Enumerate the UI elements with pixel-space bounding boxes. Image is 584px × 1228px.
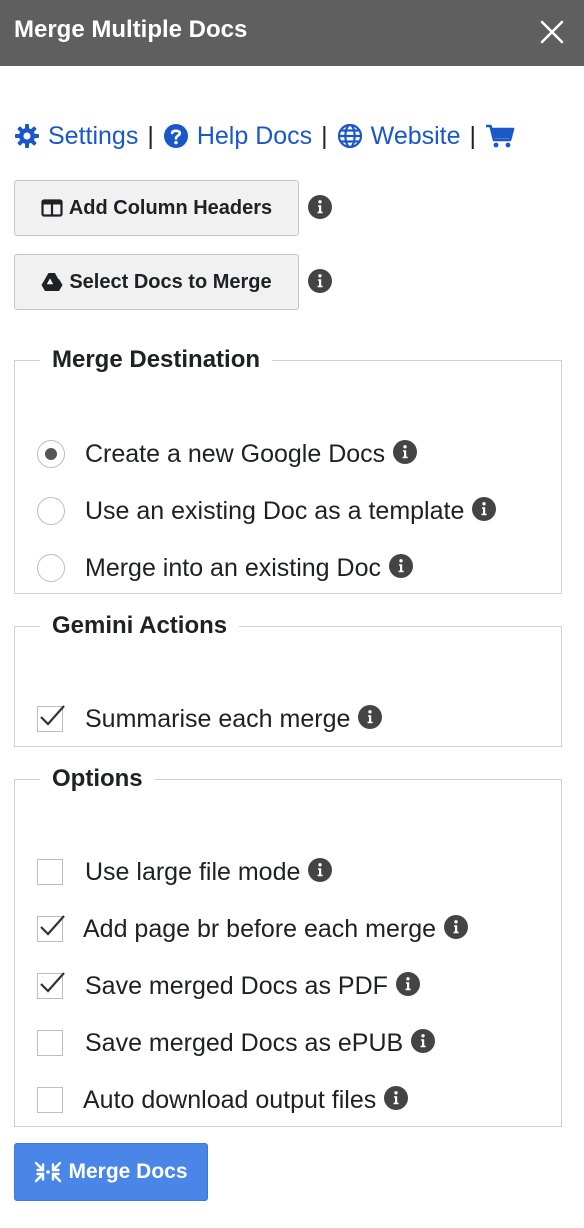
compress-arrows-icon	[35, 1161, 62, 1183]
radio-label: Use an existing Doc as a template	[85, 496, 465, 525]
checkbox-checked[interactable]	[37, 972, 65, 999]
checkbox-large-file-mode[interactable]: Use large file mode	[37, 854, 333, 890]
checkbox[interactable]	[37, 859, 63, 885]
checkbox[interactable]	[37, 1030, 63, 1056]
radio-label: Merge into an existing Doc	[85, 553, 381, 582]
cart-icon	[486, 124, 515, 148]
radio-create-new-doc[interactable]: Create a new Google Docs	[37, 436, 418, 472]
link-separator: |	[147, 121, 154, 150]
gemini-actions-group: Gemini Actions Summarise each merge	[14, 612, 562, 747]
close-icon[interactable]	[538, 18, 566, 46]
checkbox-page-break[interactable]: Add page br before each merge	[37, 911, 469, 947]
radio-button[interactable]	[37, 554, 65, 582]
merge-destination-legend: Merge Destination	[52, 346, 261, 373]
radio-use-template[interactable]: Use an existing Doc as a template	[37, 493, 497, 529]
info-icon[interactable]	[388, 554, 413, 578]
globe-icon	[337, 123, 362, 149]
radio-button-selected[interactable]	[37, 440, 65, 468]
info-icon[interactable]	[472, 497, 497, 521]
settings-label: Settings	[48, 121, 139, 150]
link-separator: |	[321, 121, 328, 150]
info-icon[interactable]	[358, 705, 383, 729]
links-row: Settings | Help Docs | Website |	[14, 120, 523, 152]
gear-icon	[15, 124, 39, 148]
dialog-title: Merge Multiple Docs	[14, 16, 248, 43]
checkbox-checked[interactable]	[37, 705, 65, 732]
options-legend: Options	[52, 765, 143, 792]
checkbox-label: Auto download output files	[83, 1085, 377, 1114]
info-icon[interactable]	[393, 440, 418, 464]
table-columns-icon	[41, 199, 63, 217]
help-docs-label: Help Docs	[196, 121, 313, 150]
checkbox-label: Summarise each merge	[85, 704, 351, 733]
checkbox-save-pdf[interactable]: Save merged Docs as PDF	[37, 968, 420, 1004]
info-icon[interactable]	[308, 195, 332, 219]
checkbox[interactable]	[37, 1087, 63, 1113]
drive-icon	[41, 272, 63, 291]
title-bar: Merge Multiple Docs	[0, 0, 584, 66]
info-icon[interactable]	[444, 915, 469, 939]
radio-merge-into-existing[interactable]: Merge into an existing Doc	[37, 550, 413, 586]
info-icon[interactable]	[384, 1086, 409, 1110]
options-group: Options Use large file mode Add page br …	[14, 765, 562, 1127]
checkbox-auto-download[interactable]: Auto download output files	[37, 1082, 409, 1118]
merge-docs-button[interactable]: Merge Docs	[14, 1143, 208, 1201]
merge-destination-group: Merge Destination Create a new Google Do…	[14, 346, 562, 594]
help-docs-link[interactable]: Help Docs	[163, 122, 312, 151]
select-docs-label: Select Docs to Merge	[69, 270, 272, 293]
gemini-actions-legend: Gemini Actions	[52, 612, 228, 639]
link-separator: |	[469, 121, 477, 150]
store-link[interactable]	[485, 123, 523, 149]
checkbox-save-epub[interactable]: Save merged Docs as ePUB	[37, 1025, 436, 1061]
website-label: Website	[370, 121, 461, 150]
settings-link[interactable]: Settings	[14, 122, 138, 151]
checkbox-checked[interactable]	[37, 915, 65, 942]
checkbox-label: Use large file mode	[85, 857, 301, 886]
website-link[interactable]: Website	[337, 122, 461, 151]
radio-button[interactable]	[37, 497, 65, 525]
checkbox-label: Add page br before each merge	[83, 914, 437, 943]
add-column-headers-button[interactable]: Add Column Headers	[14, 180, 299, 236]
info-icon[interactable]	[308, 858, 333, 882]
checkbox-label: Save merged Docs as PDF	[85, 971, 388, 1000]
checkbox-label: Save merged Docs as ePUB	[85, 1028, 404, 1057]
select-docs-button[interactable]: Select Docs to Merge	[14, 254, 299, 310]
info-icon[interactable]	[411, 1029, 436, 1053]
info-icon[interactable]	[395, 972, 420, 996]
question-circle-icon	[163, 124, 188, 148]
merge-docs-label: Merge Docs	[68, 1160, 188, 1183]
radio-label: Create a new Google Docs	[85, 439, 386, 468]
info-icon[interactable]	[308, 269, 332, 293]
checkbox-summarise[interactable]: Summarise each merge	[37, 701, 383, 737]
add-column-headers-label: Add Column Headers	[68, 196, 273, 219]
